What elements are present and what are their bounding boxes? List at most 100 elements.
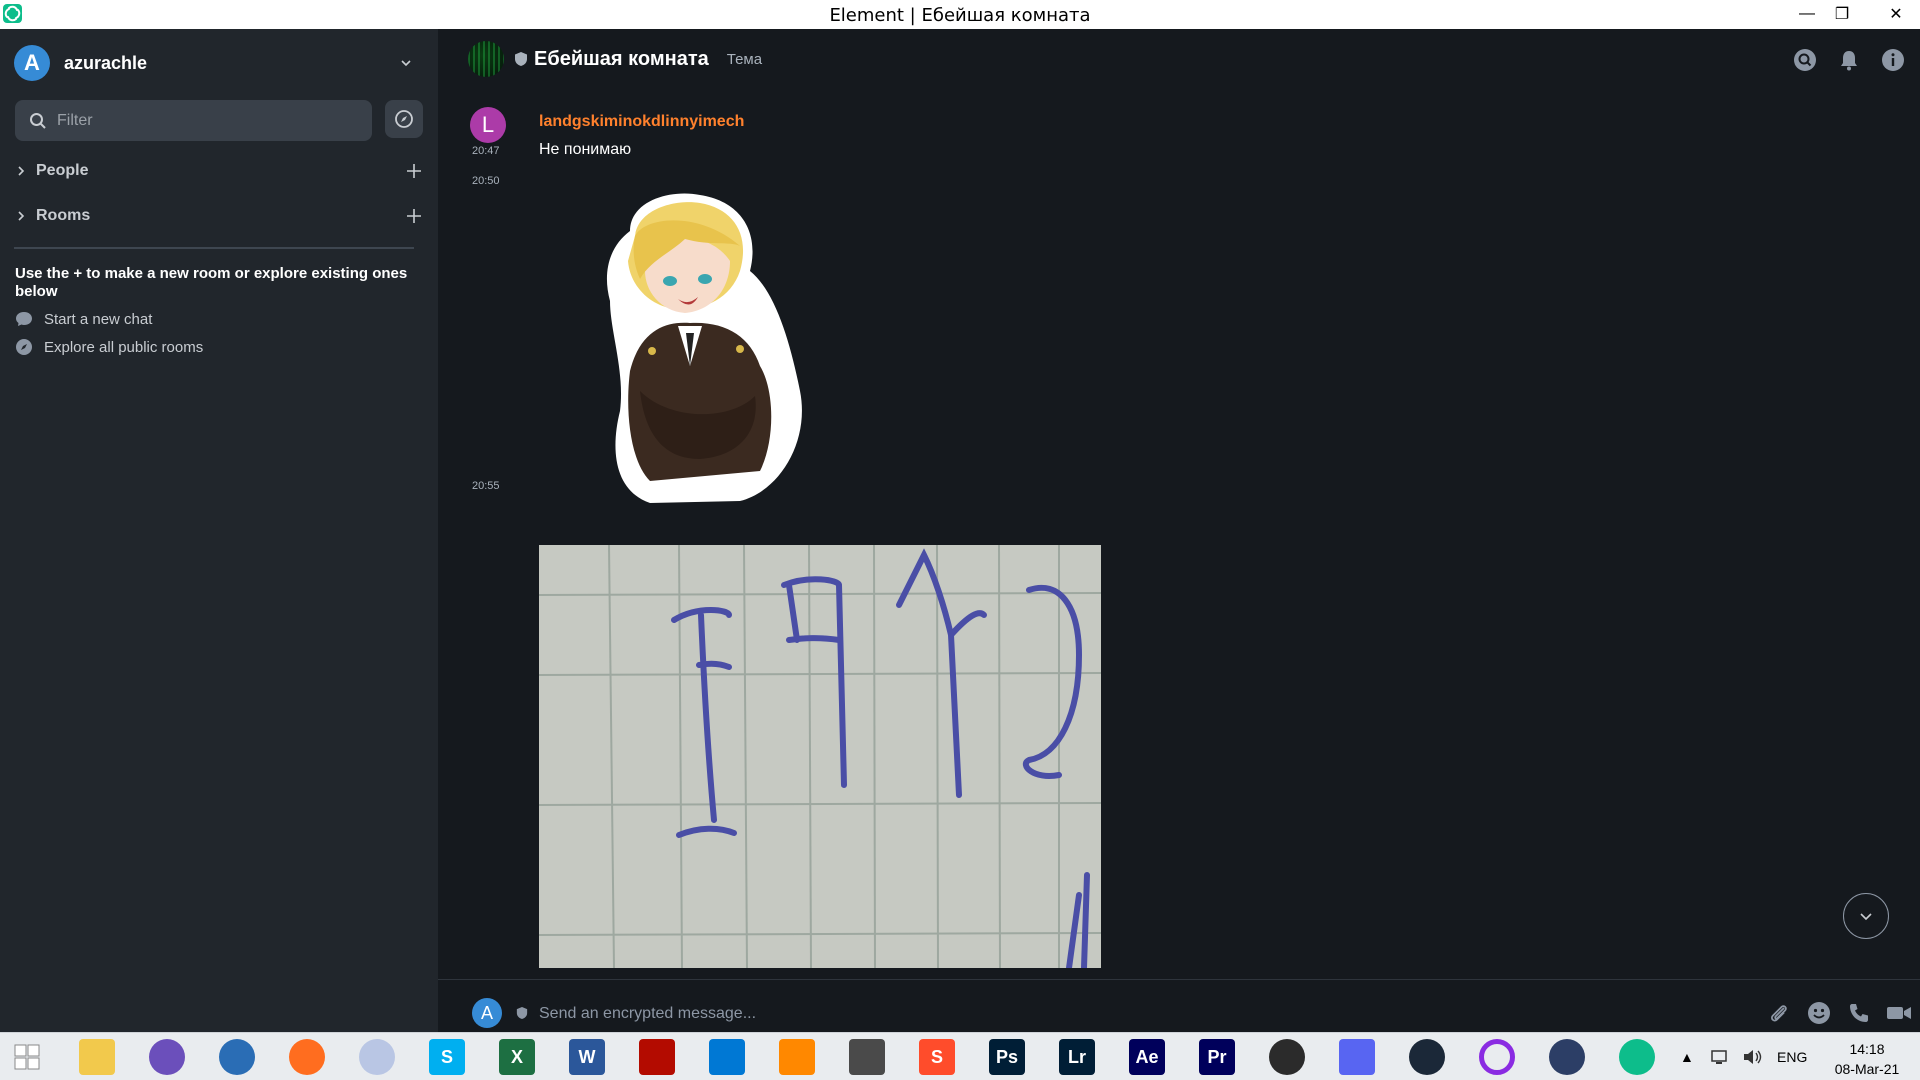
add-room-icon[interactable] — [402, 204, 426, 228]
compass-icon — [395, 110, 413, 128]
search-button[interactable] — [1790, 45, 1820, 75]
taskbar-firefox-icon[interactable] — [286, 1037, 328, 1077]
taskbar-downloader-icon[interactable] — [846, 1037, 888, 1077]
message-body: Не понимаю — [539, 141, 632, 158]
room-filter[interactable] — [15, 100, 372, 141]
explore-rooms-button[interactable] — [385, 100, 423, 138]
language-indicator[interactable]: ENG — [1777, 1033, 1807, 1080]
taskbar-vscode-icon[interactable] — [706, 1037, 748, 1077]
window-minimize-button[interactable]: — — [1791, 0, 1823, 28]
taskbar-acrobat-glyph — [639, 1039, 675, 1075]
taskbar-photoshop-glyph: Ps — [989, 1039, 1025, 1075]
bell-icon — [1841, 51, 1857, 71]
section-people-label: People — [36, 162, 89, 179]
sidebar-divider — [14, 247, 414, 249]
taskbar-firefox-glyph — [289, 1039, 325, 1075]
taskbar-torrent-icon[interactable] — [146, 1037, 188, 1077]
shield-icon — [516, 1007, 528, 1019]
empty-hint: Use the + to make a new room or explore … — [15, 265, 408, 300]
explore-public-rooms-label: Explore all public rooms — [44, 338, 204, 356]
taskbar-moon-app-icon[interactable] — [356, 1037, 398, 1077]
window-close-button[interactable]: ✕ — [1872, 0, 1920, 28]
sender-avatar[interactable]: L — [470, 107, 506, 143]
start-new-chat-link[interactable]: Start a new chat — [14, 308, 152, 330]
taskbar-photoshop-icon[interactable]: Ps — [986, 1037, 1028, 1077]
taskbar-file-explorer-icon[interactable] — [76, 1037, 118, 1077]
notifications-button[interactable] — [1834, 45, 1864, 75]
room-header: Ебейшая комната Тема — [468, 41, 762, 77]
room-avatar[interactable] — [468, 41, 504, 77]
taskbar-moon-app-glyph — [359, 1039, 395, 1075]
search-icon — [1794, 49, 1816, 71]
network-icon[interactable] — [1710, 1033, 1730, 1080]
message-input[interactable] — [539, 1002, 1639, 1026]
taskbar-after-effects-glyph: Ae — [1129, 1039, 1165, 1075]
user-avatar[interactable]: A — [14, 45, 50, 81]
window-maximize-button[interactable]: ❐ — [1826, 0, 1858, 28]
taskbar-windows-start-glyph — [9, 1039, 45, 1075]
room-info-button[interactable] — [1878, 45, 1908, 75]
room-view: Ебейшая комната Тема L landgskiminokdlin… — [438, 29, 1920, 1032]
taskbar-element-icon[interactable] — [1616, 1037, 1658, 1077]
message-timestamp: 20:47 — [472, 145, 500, 157]
clock-time: 14:18 — [1849, 1041, 1885, 1057]
taskbar-cortana-ring-icon[interactable] — [1476, 1037, 1518, 1077]
chevron-right-icon — [18, 166, 25, 176]
add-people-icon[interactable] — [402, 159, 426, 183]
room-name[interactable]: Ебейшая комната — [534, 48, 709, 71]
video-call-button[interactable] — [1886, 1000, 1912, 1026]
section-people[interactable]: People — [14, 159, 424, 183]
taskbar-lightroom-icon[interactable]: Lr — [1056, 1037, 1098, 1077]
system-clock[interactable]: 14:18 08-Mar-21 — [1822, 1039, 1912, 1079]
filter-input[interactable] — [57, 111, 347, 130]
clock-date: 08-Mar-21 — [1834, 1061, 1900, 1077]
volume-icon[interactable] — [1742, 1033, 1764, 1080]
taskbar-browser-globe-glyph — [219, 1039, 255, 1075]
taskbar-premiere-glyph: Pr — [1199, 1039, 1235, 1075]
taskbar-browser-globe-icon[interactable] — [216, 1037, 258, 1077]
taskbar-sublime-icon[interactable]: S — [916, 1037, 958, 1077]
handwriting-photo[interactable] — [539, 545, 1101, 968]
taskbar-sublime-glyph: S — [919, 1039, 955, 1075]
window-titlebar: Element | Ебейшая комната — ❐ ✕ — [0, 0, 1920, 29]
emoji-icon — [1808, 1002, 1830, 1024]
taskbar-acrobat-icon[interactable] — [636, 1037, 678, 1077]
section-rooms-label: Rooms — [36, 207, 91, 224]
taskbar-steam-icon[interactable] — [1406, 1037, 1448, 1077]
taskbar-excel-icon[interactable]: X — [496, 1037, 538, 1077]
taskbar-obs-icon[interactable] — [1266, 1037, 1308, 1077]
start-new-chat-label: Start a new chat — [44, 310, 153, 328]
voice-call-button[interactable] — [1846, 1000, 1872, 1026]
taskbar-skype-icon[interactable]: S — [426, 1037, 468, 1077]
anime-sticker-image[interactable] — [590, 191, 820, 511]
taskbar-premiere-icon[interactable]: Pr — [1196, 1037, 1238, 1077]
chevron-down-icon — [1860, 913, 1872, 921]
explore-public-rooms-link[interactable]: Explore all public rooms — [14, 336, 203, 358]
taskbar-windows-start-icon[interactable] — [6, 1037, 48, 1077]
own-avatar[interactable]: A — [472, 998, 502, 1028]
jump-to-bottom-button[interactable] — [1843, 893, 1889, 939]
attach-button[interactable] — [1766, 1000, 1792, 1026]
info-icon — [1882, 49, 1904, 71]
taskbar-discord-icon[interactable] — [1336, 1037, 1378, 1077]
taskbar-vscode-glyph — [709, 1039, 745, 1075]
room-topic[interactable]: Тема — [727, 51, 762, 68]
taskbar-vpn-lock-glyph — [1549, 1039, 1585, 1075]
sender-name[interactable]: landgskiminokdlinnyimech — [539, 113, 744, 131]
user-menu[interactable]: A azurachle — [14, 45, 414, 81]
taskbar-excel-glyph: X — [499, 1039, 535, 1075]
emoji-button[interactable] — [1806, 1000, 1832, 1026]
section-rooms[interactable]: Rooms — [14, 204, 424, 228]
taskbar-after-effects-icon[interactable]: Ae — [1126, 1037, 1168, 1077]
taskbar-cortana-ring-glyph — [1479, 1039, 1515, 1075]
taskbar-torrent-glyph — [149, 1039, 185, 1075]
taskbar-vlc-icon[interactable] — [776, 1037, 818, 1077]
user-name[interactable]: azurachle — [64, 53, 147, 74]
chevron-down-icon[interactable] — [396, 53, 416, 73]
tray-expand-arrow[interactable]: ▲ — [1680, 1033, 1694, 1080]
message-timestamp: 20:55 — [472, 480, 500, 492]
taskbar-word-icon[interactable]: W — [566, 1037, 608, 1077]
taskbar-element-glyph — [1619, 1039, 1655, 1075]
taskbar-vpn-lock-icon[interactable] — [1546, 1037, 1588, 1077]
windows-taskbar: S X W S Ps Lr Ae Pr ▲ ENG 14:18 08-Mar-21 — [0, 1032, 1920, 1080]
